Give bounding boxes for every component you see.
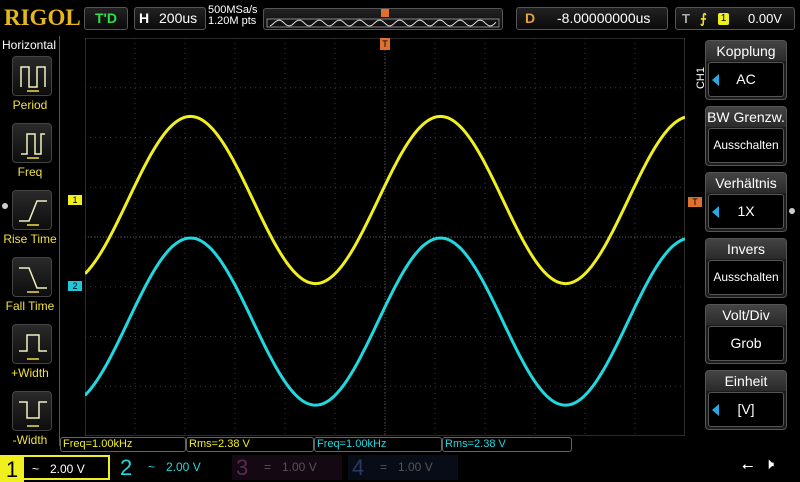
menu-item[interactable]: Invers Ausschalten [705, 238, 787, 298]
period-icon [20, 66, 46, 92]
menu-item-value-text: Ausschalten [713, 138, 779, 152]
negative-width-measure-button[interactable] [12, 391, 52, 431]
run-state-button[interactable]: T'D [84, 7, 128, 30]
trigger-key: T [682, 11, 690, 26]
menu-item-title: Volt/Div [706, 305, 786, 325]
trigger-position-marker [381, 9, 389, 17]
menu-item-value-text: 1X [737, 203, 755, 219]
ch1-offset-marker[interactable]: 1 [68, 195, 82, 205]
channel-2-scale: 2.00 V [166, 460, 201, 474]
left-arrow-icon [712, 74, 719, 86]
channel-4-scale: 1.00 V [398, 460, 433, 474]
channel-2-coupling: ~ [148, 460, 156, 474]
measurement-ch1-rms: Rms=2.38 V [186, 437, 314, 452]
channel-4-button[interactable]: 4 = 1.00 V [348, 455, 458, 480]
menu-item-value: Grob [708, 326, 784, 361]
menu-item-value-text: AC [736, 71, 756, 87]
channel-2-button[interactable]: 2 ~2.00 V [116, 455, 226, 480]
delay-display[interactable]: D -8.00000000us [516, 7, 668, 30]
channel-2-number: 2 [120, 455, 133, 480]
menu-item-title: Einheit [706, 371, 786, 391]
channel-3-coupling: = [264, 460, 272, 474]
sidebar-item-label: Freq [17, 165, 43, 179]
channel-1-button[interactable]: 1 ~2.00 V [0, 455, 110, 482]
ch2-offset-marker[interactable]: 2 [68, 281, 82, 291]
trigger-position-marker[interactable]: T [380, 38, 390, 50]
measurement-ch1-freq: Freq=1.00kHz [60, 437, 186, 452]
acquisition-info: 500MSa/s 1.20M pts [208, 5, 258, 27]
rise-time-icon [19, 200, 47, 226]
negative-width-icon [19, 401, 47, 427]
sidebar-item-label: Fall Time [5, 299, 55, 313]
positive-width-measure-button[interactable] [12, 324, 52, 364]
rise-time-measure-button[interactable] [12, 190, 52, 230]
channel-1-scale: 2.00 V [50, 462, 85, 476]
speaker-muted-icon[interactable]: 🕨 [764, 456, 774, 474]
trigger-display[interactable]: T ⨍ 1 0.00V [675, 7, 795, 30]
menu-item-value-text: Ausschalten [713, 270, 779, 284]
page-indicator [2, 203, 8, 209]
measurement-ch2-rms: Rms=2.38 V [442, 437, 572, 452]
menu-item[interactable]: Verhältnis 1X [705, 172, 787, 232]
sidebar-item-label: Period [12, 98, 48, 112]
channel-3-number: 3 [236, 455, 249, 480]
channel-4-coupling: = [380, 460, 388, 474]
channel-4-number: 4 [352, 455, 365, 480]
memory-depth: 1.20M pts [208, 15, 257, 27]
trigger-source-badge: 1 [718, 13, 729, 25]
channel-1-number: 1 [0, 457, 24, 482]
usb-icon: ⭠ [742, 457, 754, 473]
timebase-value: 200us [159, 10, 198, 26]
left-arrow-icon [712, 206, 719, 218]
menu-item[interactable]: Kopplung AC [705, 40, 787, 100]
freq-icon [21, 133, 45, 159]
menu-item-value: Ausschalten [708, 128, 784, 163]
menu-item[interactable]: Volt/Div Grob [705, 304, 787, 364]
menu-item-title: BW Grenzw. [706, 107, 786, 127]
timebase-display[interactable]: H 200us [134, 7, 206, 30]
delay-key: D [525, 10, 536, 26]
sidebar-title: Horizontal [2, 38, 57, 52]
menu-item-title: Invers [706, 239, 786, 259]
period-measure-button[interactable] [12, 56, 52, 96]
menu-item[interactable]: Einheit [V] [705, 370, 787, 430]
navigator-waveform [266, 9, 500, 28]
menu-item-value: 1X [708, 194, 784, 229]
sidebar-item-label: Rise Time [3, 232, 57, 246]
menu-item-value-text: [V] [737, 401, 755, 417]
fall-time-measure-button[interactable] [12, 257, 52, 297]
menu-item-title: Kopplung [706, 41, 786, 61]
fall-time-icon [19, 267, 47, 293]
channel-1-coupling: ~ [32, 462, 40, 476]
delay-value: -8.00000000us [557, 10, 651, 26]
menu-item-value: Ausschalten [708, 260, 784, 295]
channel-bar: 1 ~2.00 V 2 ~2.00 V 3 = 1.00 V 4 = 1.00 V ⭠ 🕨 [0, 455, 800, 482]
positive-width-icon [19, 334, 47, 360]
channel-3-scale: 1.00 V [282, 460, 317, 474]
menu-item[interactable]: BW Grenzw. Ausschalten [705, 106, 787, 166]
channel-3-button[interactable]: 3 = 1.00 V [232, 455, 342, 480]
memory-navigator[interactable] [263, 8, 503, 30]
menu-item-value: AC [708, 62, 784, 97]
measurement-ch2-freq: Freq=1.00kHz [314, 437, 442, 452]
left-arrow-icon [712, 404, 719, 416]
menu-item-value: [V] [708, 392, 784, 427]
rising-edge-icon: ⨍ [700, 11, 707, 26]
menu-page-indicator [789, 208, 795, 214]
menu-item-title: Verhältnis [706, 173, 786, 193]
waveform-display[interactable] [85, 38, 685, 436]
rigol-logo: RIGOL [4, 5, 81, 30]
sidebar-item-label: +Width [11, 366, 49, 380]
menu-item-value-text: Grob [730, 335, 762, 351]
channel-menu: Kopplung AC BW Grenzw. Ausschalten Verhältni… [688, 36, 800, 436]
horizontal-key: H [139, 10, 150, 26]
freq-measure-button[interactable] [12, 123, 52, 163]
sidebar-item-label: -Width [12, 433, 48, 447]
horizontal-measure-sidebar: Horizontal Period Freq Rise Time Fall Time +… [0, 36, 60, 447]
trigger-level: 0.00V [748, 11, 782, 26]
